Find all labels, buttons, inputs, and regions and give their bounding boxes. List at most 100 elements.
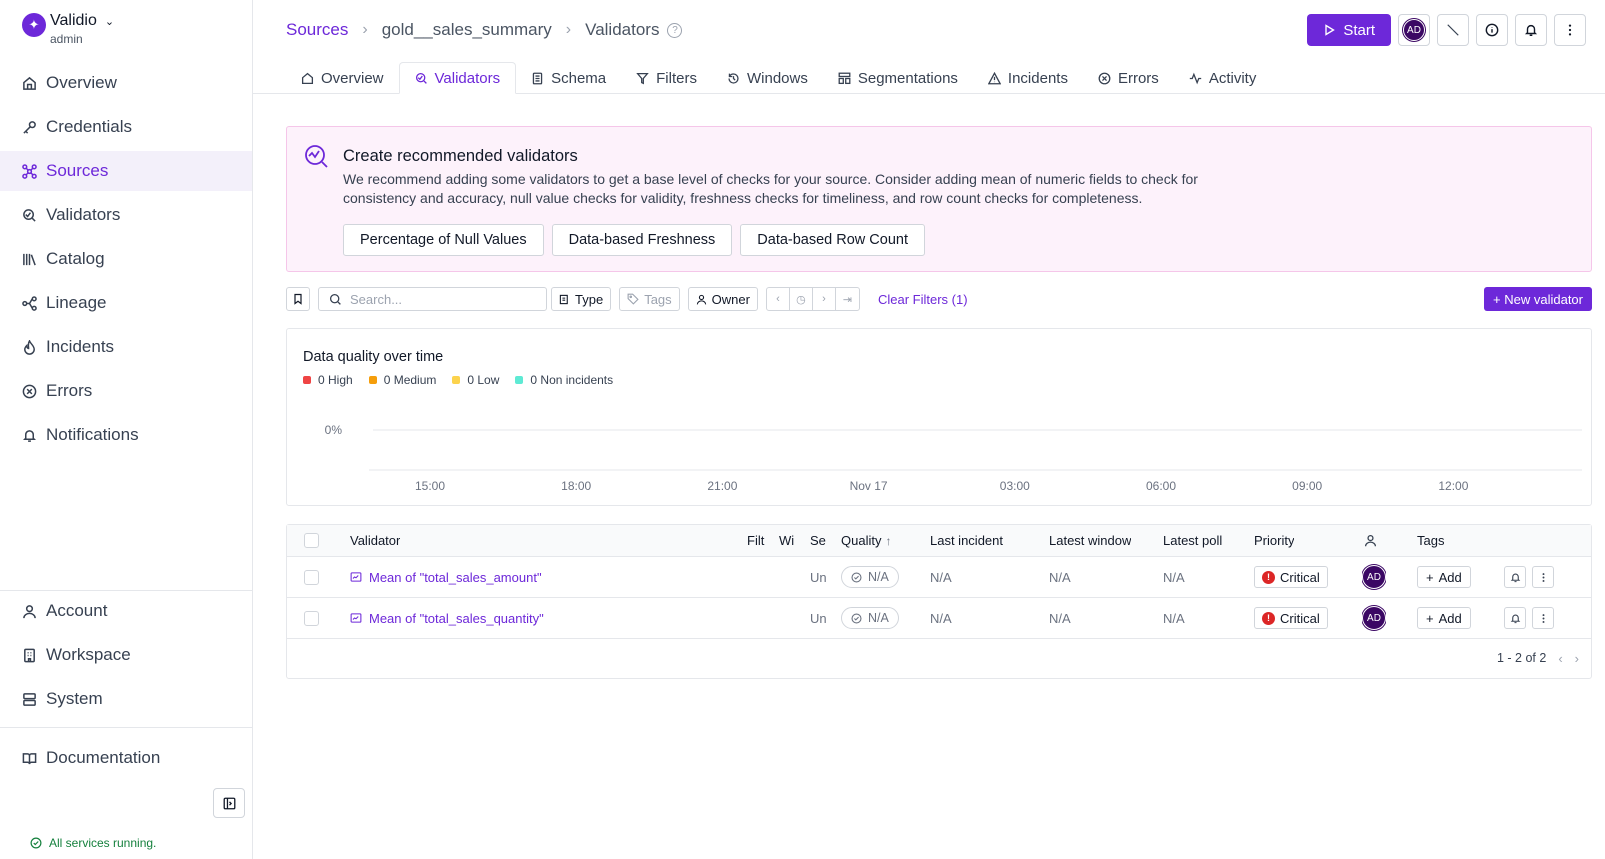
tags-filter-label: Tags — [644, 291, 672, 307]
priority-dropdown[interactable]: ! Critical — [1254, 607, 1328, 629]
legend-item-high[interactable]: 0 High — [303, 373, 353, 387]
tab-schema[interactable]: Schema — [516, 62, 621, 94]
col-latest-window[interactable]: Latest window — [1049, 525, 1131, 556]
row-menu-button[interactable] — [1532, 566, 1554, 588]
legend-item-medium[interactable]: 0 Medium — [368, 373, 436, 387]
row-checkbox[interactable] — [304, 569, 319, 585]
add-null-values-validator-button[interactable]: Percentage of Null Values — [343, 224, 544, 256]
sidebar-item-validators[interactable]: Validators — [0, 195, 252, 235]
tab-segmentations[interactable]: Segmentations — [823, 62, 973, 94]
col-tags[interactable]: Tags — [1417, 525, 1444, 556]
stop-button[interactable] — [1437, 14, 1469, 46]
col-last-incident[interactable]: Last incident — [930, 525, 1003, 556]
avatar[interactable]: AD — [1362, 606, 1386, 630]
table-row[interactable]: Mean of "total_sales_amount" Un N/A N/A … — [287, 557, 1591, 598]
recommended-validators-banner: Create recommended validators We recomme… — [286, 126, 1592, 272]
info-button[interactable] — [1476, 14, 1508, 46]
tags-filter[interactable]: Tags — [619, 287, 680, 311]
validator-icon — [23, 208, 36, 222]
sidebar-item-incidents[interactable]: Incidents — [0, 327, 252, 367]
saved-views-button[interactable] — [286, 287, 310, 311]
search-input[interactable]: Search... — [318, 287, 547, 311]
more-menu-button[interactable] — [1554, 14, 1586, 46]
select-all-checkbox[interactable] — [304, 533, 319, 548]
legend-item-non-incidents[interactable]: 0 Non incidents — [515, 373, 613, 387]
sidebar-item-documentation[interactable]: Documentation — [0, 738, 252, 778]
col-priority[interactable]: Priority — [1254, 525, 1294, 556]
collapse-sidebar-button[interactable] — [213, 788, 245, 818]
sidebar-item-credentials[interactable]: Credentials — [0, 107, 252, 147]
row-actions — [1504, 598, 1554, 638]
bookmark-icon — [294, 293, 302, 305]
sidebar-item-system[interactable]: System — [0, 679, 252, 719]
col-owner[interactable] — [1364, 525, 1377, 556]
tab-incidents[interactable]: Incidents — [973, 62, 1083, 94]
col-latest-poll[interactable]: Latest poll — [1163, 525, 1222, 556]
sidebar-item-overview[interactable]: Overview — [0, 63, 252, 103]
legend-item-low[interactable]: 0 Low — [452, 373, 499, 387]
sidebar-item-lineage[interactable]: Lineage — [0, 283, 252, 323]
add-tag-button[interactable]: + Add — [1417, 607, 1471, 629]
start-button[interactable]: Start — [1307, 14, 1391, 46]
owner-filter[interactable]: Owner — [687, 287, 758, 311]
sidebar-item-sources[interactable]: Sources — [0, 151, 252, 191]
table-row[interactable]: Mean of "total_sales_quantity" Un N/A N/… — [287, 598, 1591, 639]
notification-rule-button[interactable] — [1504, 607, 1526, 629]
new-validator-button[interactable]: + New validator — [1484, 287, 1592, 311]
chevron-left-icon[interactable]: ‹ — [767, 288, 790, 310]
x-tick-label: 21:00 — [707, 479, 737, 493]
skip-to-end-icon[interactable]: ⇥ — [836, 288, 859, 310]
col-window[interactable]: Wi — [779, 525, 797, 556]
tab-windows[interactable]: Windows — [712, 62, 823, 94]
sidebar-item-account[interactable]: Account — [0, 591, 252, 631]
owner-avatar-button[interactable]: AD — [1398, 14, 1430, 46]
previous-page-button[interactable]: ‹ — [1558, 651, 1562, 666]
catalog-icon — [23, 253, 36, 265]
col-quality[interactable]: Quality ↑ — [841, 525, 891, 556]
type-filter[interactable]: Type — [551, 287, 612, 311]
avatar[interactable]: AD — [1362, 565, 1386, 589]
schema-icon — [532, 72, 543, 84]
breadcrumb-sources[interactable]: Sources — [286, 20, 348, 40]
breadcrumb-source[interactable]: gold__sales_summary — [382, 20, 552, 40]
quality-cell: N/A — [841, 598, 899, 638]
tab-activity[interactable]: Activity — [1174, 62, 1272, 94]
row-menu-button[interactable] — [1532, 607, 1554, 629]
tags-cell: + Add — [1417, 598, 1471, 638]
help-icon[interactable]: ? — [667, 22, 683, 38]
sidebar-item-workspace[interactable]: Workspace — [0, 635, 252, 675]
x-tick-label: 12:00 — [1438, 479, 1468, 493]
workspace-switcher[interactable]: ✦ Validio ⌄ admin — [0, 0, 252, 62]
sidebar-item-notifications[interactable]: Notifications — [0, 415, 252, 455]
legend-swatch — [303, 376, 311, 384]
quality-badge: N/A — [841, 566, 899, 588]
next-page-button[interactable]: › — [1575, 651, 1579, 666]
col-validator[interactable]: Validator — [350, 525, 400, 556]
add-row-count-validator-button[interactable]: Data-based Row Count — [740, 224, 926, 256]
clock-icon[interactable]: ◷ — [790, 288, 813, 310]
tab-filters[interactable]: Filters — [621, 62, 712, 94]
col-segmentation[interactable]: Se — [810, 525, 828, 556]
validator-name-link[interactable]: Mean of "total_sales_amount" — [350, 557, 542, 597]
tab-overview[interactable]: Overview — [286, 62, 399, 94]
notification-rule-button[interactable] — [1504, 566, 1526, 588]
col-filter[interactable]: Filt — [747, 525, 769, 556]
search-placeholder: Search... — [350, 291, 403, 307]
row-checkbox[interactable] — [304, 610, 319, 626]
avatar: AD — [1403, 19, 1425, 41]
tab-errors[interactable]: Errors — [1083, 62, 1174, 94]
clear-filters-link[interactable]: Clear Filters (1) — [878, 292, 968, 307]
last-incident-cell: N/A — [930, 610, 952, 626]
sidebar-item-label: Catalog — [46, 249, 105, 268]
tab-validators[interactable]: Validators — [398, 62, 517, 94]
owner-cell: AD — [1362, 557, 1386, 597]
notifications-button[interactable] — [1515, 14, 1547, 46]
add-tag-button[interactable]: + Add — [1417, 566, 1471, 588]
chevron-right-icon[interactable]: › — [813, 288, 836, 310]
sidebar-item-errors[interactable]: Errors — [0, 371, 252, 411]
critical-icon: ! — [1262, 570, 1275, 584]
priority-dropdown[interactable]: ! Critical — [1254, 566, 1328, 588]
add-freshness-validator-button[interactable]: Data-based Freshness — [551, 224, 733, 256]
validator-name-link[interactable]: Mean of "total_sales_quantity" — [350, 598, 544, 638]
sidebar-item-catalog[interactable]: Catalog — [0, 239, 252, 279]
